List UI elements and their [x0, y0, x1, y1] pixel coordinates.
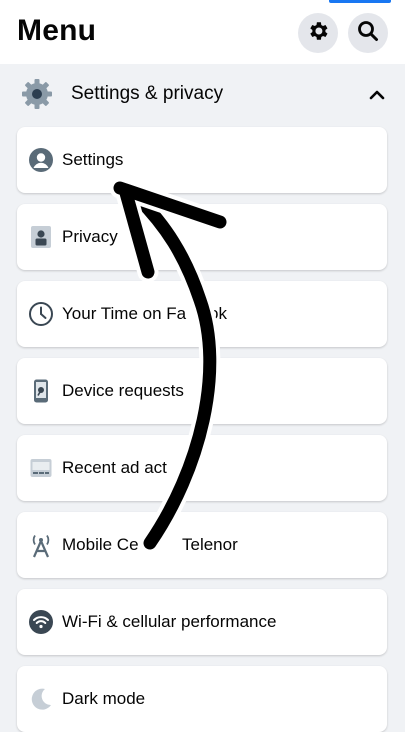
gear-icon — [19, 76, 55, 112]
item-label-end: ok — [209, 304, 227, 323]
item-label-end: Telenor — [182, 535, 238, 554]
wifi-cellular-item[interactable]: Wi-Fi & cellular performance — [17, 589, 387, 655]
settings-item[interactable]: Settings — [17, 127, 387, 193]
wifi-icon — [27, 608, 55, 636]
header: Menu — [0, 0, 405, 64]
your-time-item[interactable]: Your Time on Fa ok — [17, 281, 387, 347]
lock-icon — [27, 223, 55, 251]
item-label: Recent ad act — [62, 458, 167, 477]
recent-ad-activity-item[interactable]: Recent ad act — [17, 435, 387, 501]
gear-icon — [306, 19, 330, 48]
settings-button[interactable] — [298, 13, 338, 53]
item-label: Wi-Fi & cellular performance — [62, 612, 277, 631]
item-label: Dark mode — [62, 689, 146, 708]
clock-icon — [27, 300, 55, 328]
phone-icon — [27, 377, 55, 405]
search-icon — [356, 19, 380, 48]
item-label: Privacy — [62, 227, 118, 246]
section-label: Settings & privacy — [71, 83, 224, 104]
item-label: Settings — [62, 150, 124, 169]
chevron-up-icon — [368, 86, 386, 104]
device-requests-item[interactable]: Device requests — [17, 358, 387, 424]
profile-icon — [27, 146, 55, 174]
item-label: Mobile Ce — [62, 535, 139, 554]
item-label: Your Time on Fa — [62, 304, 187, 323]
dark-mode-item[interactable]: Dark mode — [17, 666, 387, 732]
antenna-icon — [27, 531, 55, 559]
mobile-center-item[interactable]: Mobile Ce Telenor — [17, 512, 387, 578]
privacy-item[interactable]: Privacy — [17, 204, 387, 270]
moon-icon — [27, 685, 55, 713]
page-title: Menu — [17, 14, 97, 47]
search-button[interactable] — [348, 13, 388, 53]
tab-indicator — [329, 0, 391, 3]
item-label: Device requests — [62, 381, 184, 400]
settings-privacy-section-toggle[interactable]: Settings & privacy — [0, 64, 405, 124]
ad-icon — [27, 454, 55, 482]
